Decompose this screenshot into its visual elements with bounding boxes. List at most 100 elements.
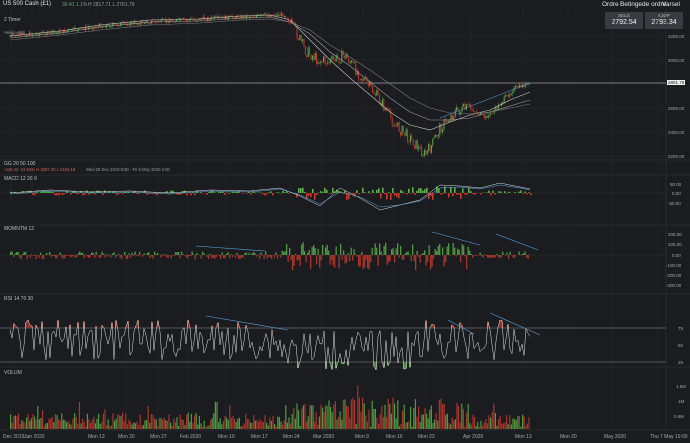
macd-bar: [408, 188, 410, 193]
momentum-bar: [40, 252, 42, 255]
volume-bar: [469, 423, 471, 429]
macd-bar: [194, 193, 196, 196]
candle-body: [507, 94, 509, 97]
candle-body: [407, 129, 409, 142]
volume-bar: [432, 422, 434, 429]
macd-bar: [368, 191, 370, 193]
volume-bar: [152, 414, 154, 429]
candle-body: [405, 129, 407, 136]
volume-bar: [72, 418, 74, 429]
momentum-bar: [454, 247, 456, 255]
volume-bar: [214, 401, 216, 429]
candle-body: [323, 56, 325, 62]
volume-bar: [66, 422, 68, 429]
volume-bar: [138, 425, 140, 429]
volume-bar: [178, 425, 180, 429]
volume-bar: [166, 420, 168, 429]
macd-bar: [116, 193, 118, 196]
volume-label: VOLUM: [4, 370, 22, 376]
volume-bar: [256, 420, 258, 429]
momentum-bar: [394, 255, 396, 263]
momentum-bar: [331, 255, 333, 261]
momentum-bar: [206, 255, 208, 257]
momentum-bar: [74, 255, 76, 258]
volume-bar: [182, 419, 184, 429]
macd-bar: [394, 193, 396, 196]
volume-bar: [515, 420, 517, 429]
volume-bar: [502, 423, 504, 429]
momentum-bar: [376, 247, 378, 255]
momentum-bar: [230, 254, 232, 255]
volume-bar: [141, 425, 143, 429]
macd-bar: [70, 193, 72, 195]
volume-bar: [504, 422, 506, 429]
timeframe-label[interactable]: 2 Timer: [4, 17, 21, 23]
momentum-bar: [334, 255, 336, 268]
candle-body: [285, 16, 287, 18]
candle-body: [496, 107, 498, 109]
macd-bar: [426, 187, 428, 193]
momentum-bar: [464, 255, 466, 257]
candle-body: [393, 125, 395, 127]
macd-bar: [472, 193, 474, 194]
momentum-bar: [430, 255, 432, 270]
momentum-bar: [241, 255, 243, 258]
momentum-bar: [506, 252, 508, 255]
momentum-area: [10, 242, 531, 271]
volume-bar: [21, 420, 23, 429]
momentum-bar: [62, 255, 64, 259]
volume-bar: [203, 420, 205, 429]
momentum-bar: [136, 255, 138, 256]
macd-bar: [262, 193, 264, 195]
momentum-bar: [295, 253, 297, 255]
candle-body: [314, 53, 316, 60]
volume-bar: [221, 424, 223, 429]
momentum-bar: [139, 251, 141, 255]
candle-body: [30, 32, 32, 36]
momentum-bar: [491, 255, 493, 258]
momentum-bar: [505, 255, 507, 256]
volume-bar: [157, 425, 159, 429]
y-tick: -100.00: [666, 263, 682, 268]
volume-bar: [176, 417, 178, 429]
momentum-bar: [179, 255, 181, 259]
volume-bar: [59, 420, 61, 429]
momentum-bar: [374, 243, 376, 255]
candle-body: [468, 104, 470, 106]
volume-bar: [14, 415, 16, 429]
volume-bar: [37, 405, 39, 429]
macd-bar: [48, 191, 50, 193]
volume-bar: [85, 426, 87, 429]
candle-body: [108, 24, 110, 27]
momentum-bar: [344, 255, 346, 264]
macd-bar: [284, 192, 286, 193]
momentum-bar: [490, 255, 492, 259]
volume-bar: [306, 421, 308, 429]
volume-bar: [357, 385, 359, 429]
volume-bar: [454, 419, 456, 429]
volume-bar: [498, 419, 500, 429]
volume-bar: [192, 422, 194, 429]
volume-bar: [62, 419, 64, 429]
macd-bar: [380, 193, 382, 199]
volume-bar: [246, 418, 248, 429]
volume-bar: [43, 425, 45, 429]
volume-bar: [224, 415, 226, 429]
macd-bar: [260, 192, 262, 193]
macd-bar: [524, 191, 526, 193]
macd-bar: [50, 191, 52, 193]
chart-canvas[interactable]: [0, 0, 690, 443]
volume-bar: [213, 413, 215, 429]
volume-bar: [77, 423, 79, 429]
macd-bar: [468, 187, 470, 193]
macd-bar: [222, 191, 224, 193]
macd-bar: [272, 193, 274, 196]
candle-body: [152, 20, 154, 22]
momentum-bar: [446, 246, 448, 255]
momentum-bar: [352, 255, 354, 261]
momentum-bar: [257, 254, 259, 255]
candle-body: [143, 22, 145, 24]
candle-body: [353, 61, 355, 63]
candle-body: [358, 70, 360, 79]
candle-body: [414, 145, 416, 149]
